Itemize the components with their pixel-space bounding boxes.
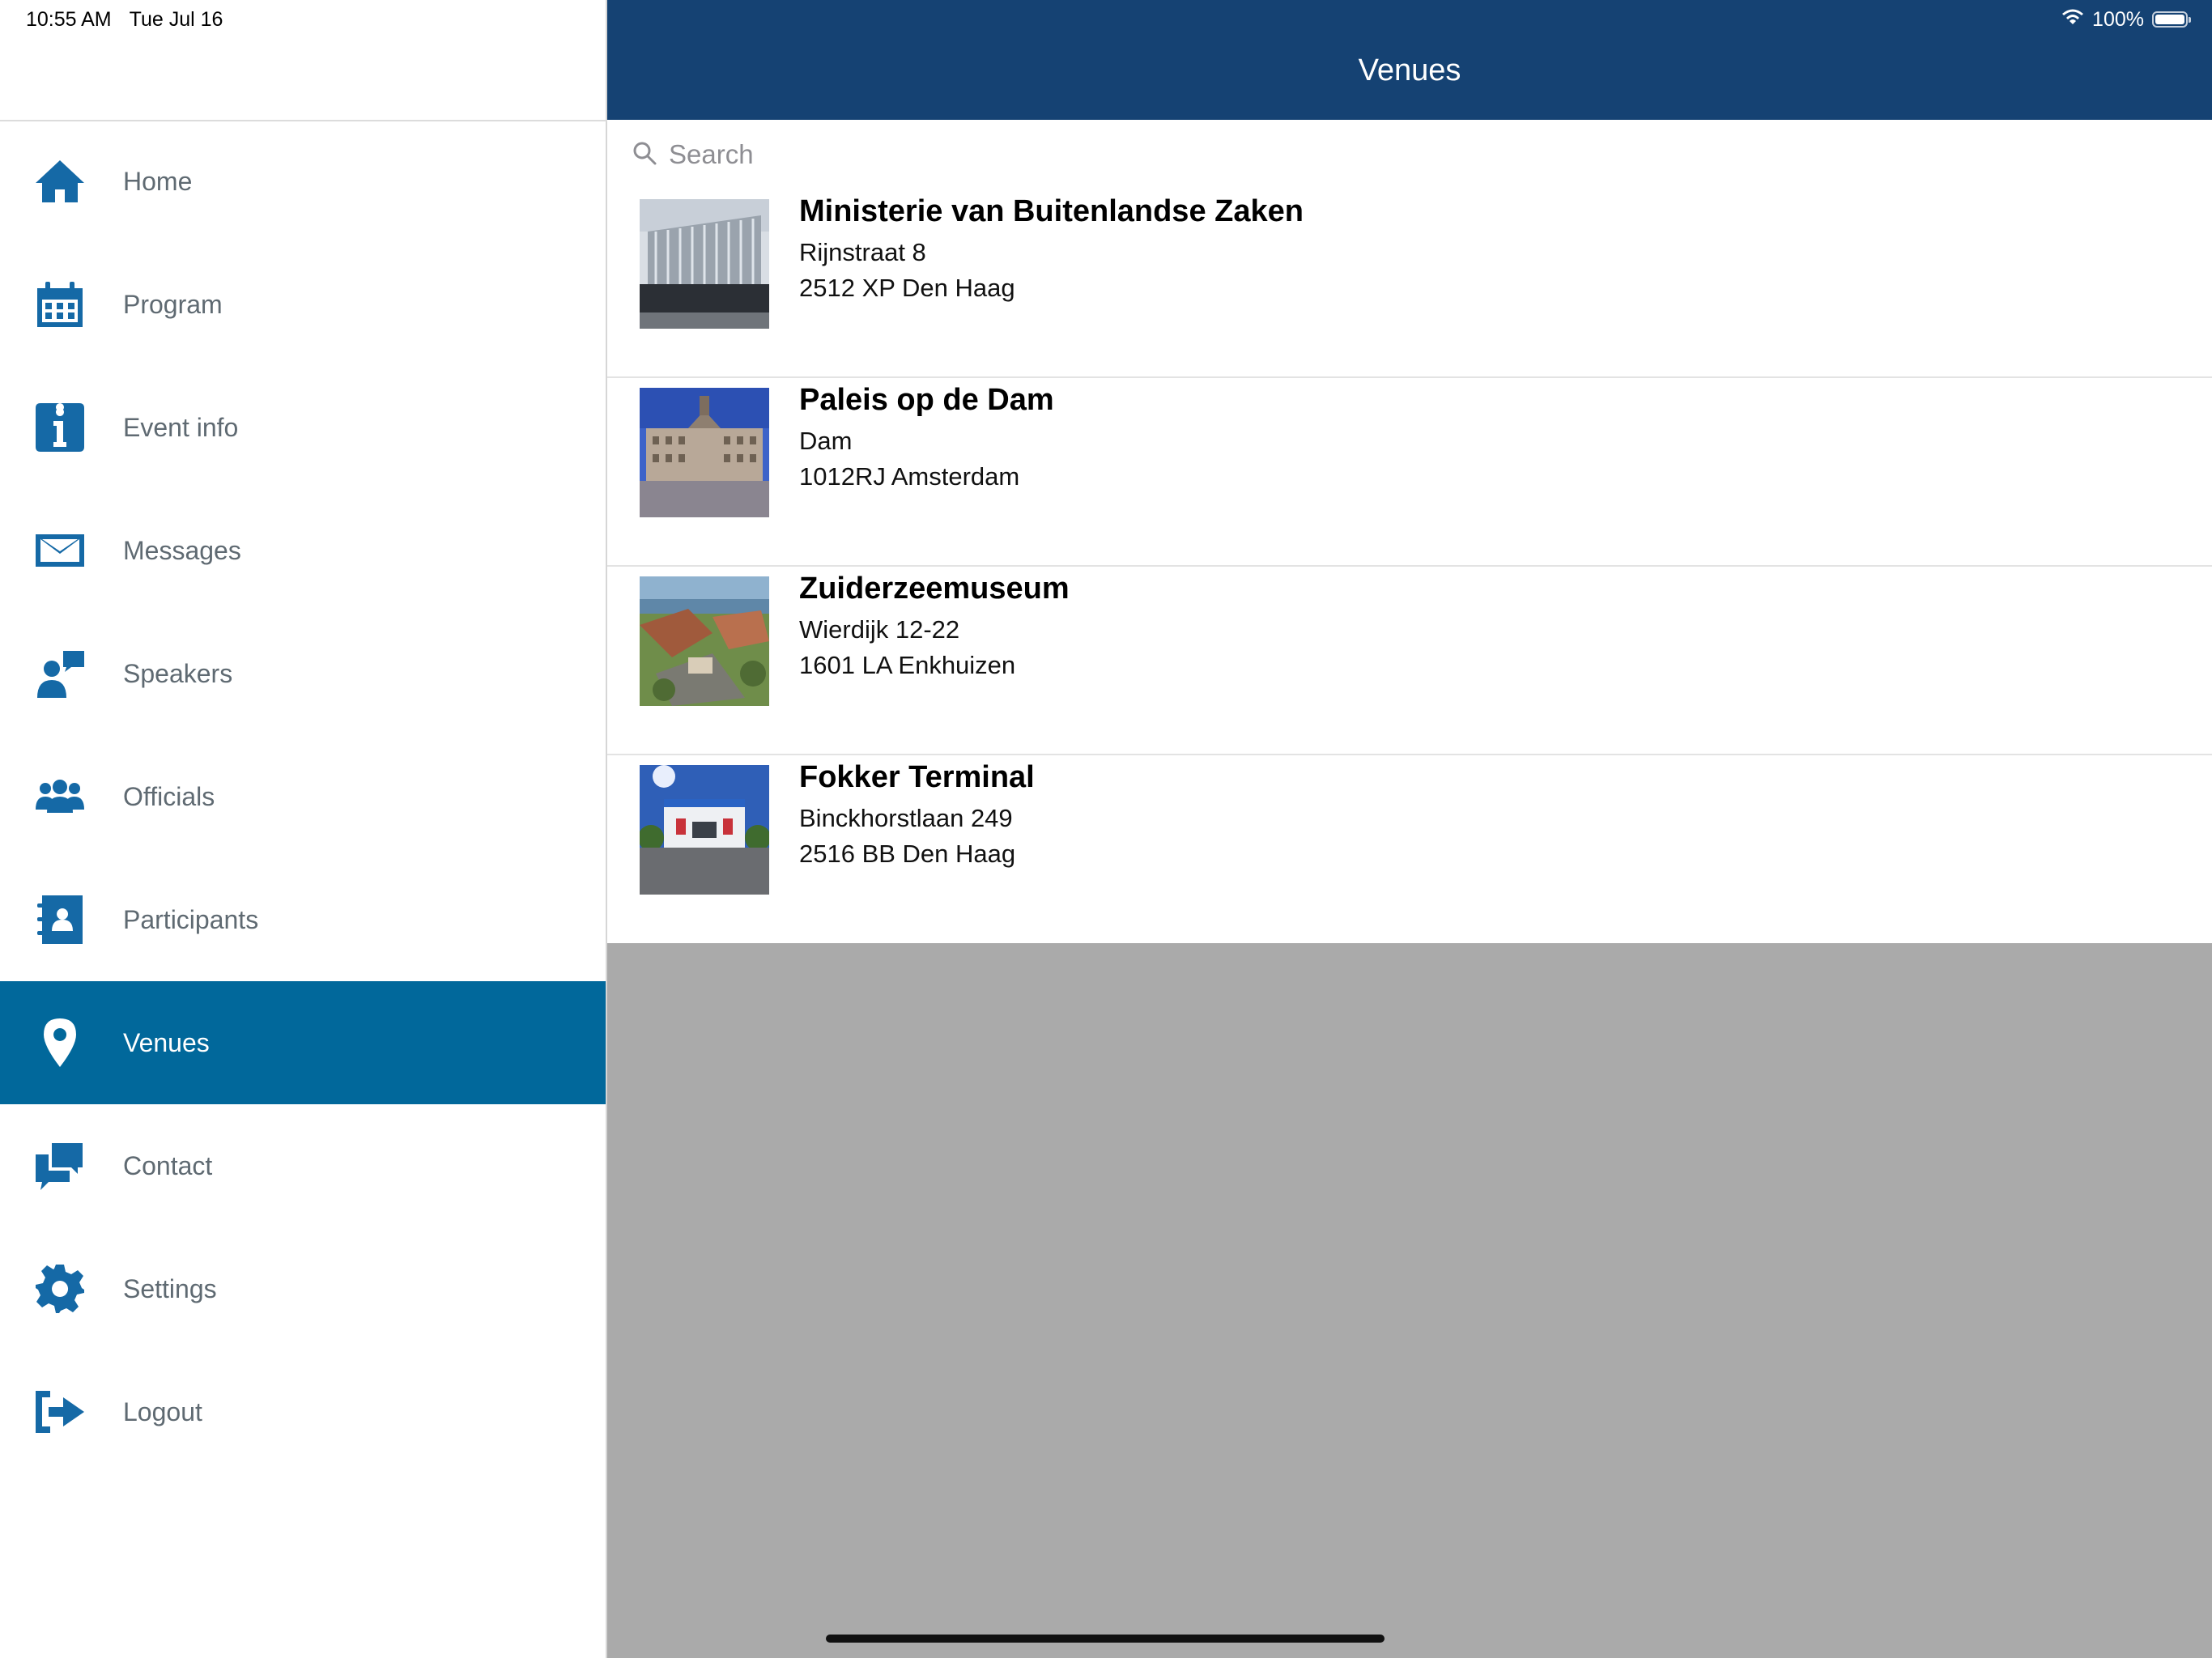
sidebar-item-label: Officials [123, 781, 215, 811]
venue-thumbnail [640, 199, 769, 329]
contact-book-icon [34, 894, 86, 946]
sidebar-menu: Home Program Event info Messages Speaker… [0, 120, 606, 1473]
sidebar-item-participants[interactable]: Participants [0, 858, 606, 981]
sidebar-item-logout[interactable]: Logout [0, 1350, 606, 1473]
status-bar-left: 10:55 AM Tue Jul 16 [26, 8, 223, 31]
sidebar-item-label: Settings [123, 1273, 217, 1303]
calendar-icon [34, 278, 86, 330]
venue-name: Fokker Terminal [799, 760, 1035, 794]
sidebar-item-label: Home [123, 166, 193, 196]
gear-icon [34, 1263, 86, 1315]
sidebar-item-label: Contact [123, 1150, 213, 1180]
sidebar-item-label: Participants [123, 904, 259, 934]
home-indicator[interactable] [826, 1635, 1385, 1643]
map-pin-icon [34, 1017, 86, 1069]
status-date: Tue Jul 16 [129, 7, 223, 31]
search-bar[interactable] [607, 120, 2212, 189]
page-title: Venues [1358, 53, 1461, 87]
sidebar-item-contact[interactable]: Contact [0, 1104, 606, 1227]
battery-percentage: 100% [2092, 7, 2144, 31]
chat-bubbles-icon [34, 1140, 86, 1192]
venue-row[interactable]: Fokker Terminal Binckhorstlaan 249 2516 … [607, 755, 2212, 943]
search-icon [632, 140, 657, 170]
group-icon [34, 771, 86, 823]
venue-row[interactable]: Zuiderzeemuseum Wierdijk 12-22 1601 LA E… [607, 567, 2212, 755]
venue-street: Binckhorstlaan 249 [799, 804, 1013, 832]
sidebar-item-program[interactable]: Program [0, 243, 606, 366]
sidebar-item-speakers[interactable]: Speakers [0, 612, 606, 735]
venue-name: Zuiderzeemuseum [799, 572, 1070, 606]
sidebar-item-home[interactable]: Home [0, 120, 606, 243]
venue-row[interactable]: Ministerie van Buitenlandse Zaken Rijnst… [607, 189, 2212, 378]
venue-city: 1012RJ Amsterdam [799, 462, 1020, 491]
venue-city: 2516 BB Den Haag [799, 840, 1016, 868]
sidebar-item-label: Event info [123, 412, 239, 442]
venue-row[interactable]: Paleis op de Dam Dam 1012RJ Amsterdam [607, 378, 2212, 567]
sidebar-item-settings[interactable]: Settings [0, 1227, 606, 1350]
sidebar-item-venues[interactable]: Venues [0, 981, 606, 1104]
search-input[interactable] [667, 138, 1480, 171]
sidebar-item-label: Program [123, 289, 223, 319]
venue-street: Wierdijk 12-22 [799, 615, 960, 644]
sidebar: 10:55 AM Tue Jul 16 Home Program Event i… [0, 0, 607, 1658]
info-icon [34, 402, 86, 453]
navigation-bar: 100% Venues [607, 0, 2212, 120]
venue-street: Dam [799, 427, 853, 455]
logout-icon [34, 1386, 86, 1438]
venue-thumbnail [640, 388, 769, 517]
sidebar-item-event-info[interactable]: Event info [0, 366, 606, 489]
sidebar-item-messages[interactable]: Messages [0, 489, 606, 612]
battery-icon [2152, 11, 2191, 28]
wifi-icon [2061, 8, 2084, 32]
sidebar-item-label: Speakers [123, 658, 233, 688]
sidebar-item-label: Messages [123, 535, 241, 565]
venue-street: Rijnstraat 8 [799, 238, 926, 266]
sidebar-item-label: Logout [123, 1397, 202, 1426]
venue-thumbnail [640, 576, 769, 706]
speaker-icon [34, 648, 86, 699]
sidebar-item-label: Venues [123, 1027, 210, 1057]
venue-list-container: Ministerie van Buitenlandse Zaken Rijnst… [607, 120, 2212, 943]
sidebar-item-officials[interactable]: Officials [0, 735, 606, 858]
envelope-icon [34, 525, 86, 576]
venue-name: Ministerie van Buitenlandse Zaken [799, 194, 1304, 228]
status-time: 10:55 AM [26, 7, 112, 31]
venue-city: 1601 LA Enkhuizen [799, 651, 1016, 679]
status-bar-right: 100% [2061, 7, 2191, 32]
main-panel: 100% Venues Search Ministerie van Buiten… [607, 0, 2212, 1658]
home-icon [34, 155, 86, 207]
venue-thumbnail [640, 765, 769, 895]
venue-name: Paleis op de Dam [799, 383, 1054, 417]
venue-city: 2512 XP Den Haag [799, 274, 1015, 302]
